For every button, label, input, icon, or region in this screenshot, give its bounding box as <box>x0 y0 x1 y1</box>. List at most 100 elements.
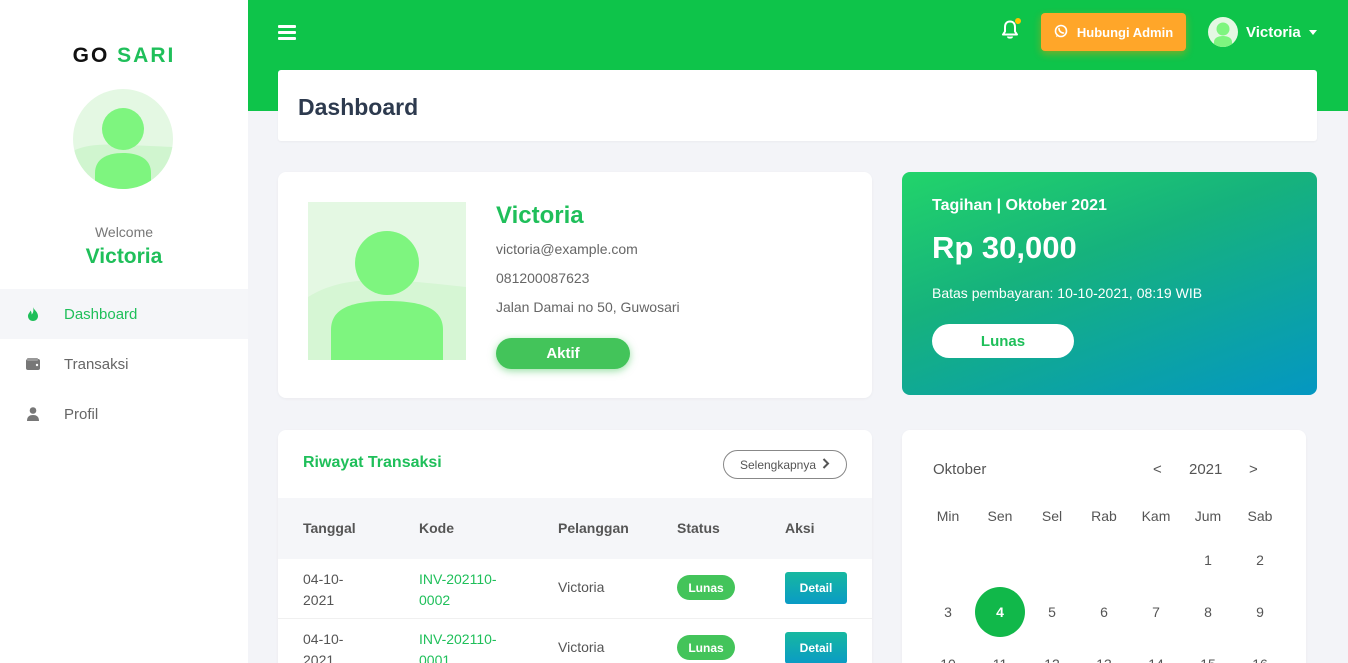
column-header-date: Tanggal <box>303 520 356 536</box>
calendar-day-empty <box>974 534 1026 586</box>
see-more-button[interactable]: Selengkapnya <box>723 450 847 479</box>
calendar-day-empty <box>1026 534 1078 586</box>
calendar-day[interactable]: 5 <box>1026 586 1078 638</box>
calendar-day[interactable]: 11 <box>974 638 1026 663</box>
calendar-day-empty <box>922 534 974 586</box>
calendar-next-button[interactable]: > <box>1249 461 1258 478</box>
table-row: 04-10-2021 INV-202110-0001 Victoria Luna… <box>278 619 872 663</box>
detail-button[interactable]: Detail <box>785 632 847 663</box>
user-menu-name: Victoria <box>1246 23 1301 41</box>
status-badge: Lunas <box>677 575 735 600</box>
calendar-week-row: 12 <box>922 534 1286 586</box>
notification-dot <box>1015 18 1021 24</box>
bill-title: Tagihan | Oktober 2021 <box>932 197 1107 214</box>
brand-part2: SARI <box>117 44 176 67</box>
column-header-customer: Pelanggan <box>558 520 629 536</box>
sidebar-item-profil[interactable]: Profil <box>0 389 248 439</box>
calendar-weekday: Sen <box>987 508 1013 524</box>
sidebar-item-label: Profil <box>64 405 99 423</box>
row-customer: Victoria <box>558 579 605 595</box>
detail-button[interactable]: Detail <box>785 572 847 604</box>
menu-toggle-icon[interactable] <box>278 25 296 41</box>
calendar-day[interactable]: 7 <box>1130 586 1182 638</box>
calendar-day-selected[interactable]: 4 <box>974 586 1026 638</box>
calendar-weekday-row: Min Sen Sel Rab Kam Jum Sab <box>922 498 1286 534</box>
calendar-day[interactable]: 2 <box>1234 534 1286 586</box>
sidebar-nav: Dashboard Transaksi Profil <box>0 289 248 439</box>
transaction-history-title: Riwayat Transaksi <box>303 454 442 471</box>
sidebar-item-dashboard[interactable]: Dashboard <box>0 289 248 339</box>
calendar-day[interactable]: 1 <box>1182 534 1234 586</box>
row-date: 04-10-2021 <box>303 631 344 663</box>
profile-address: Jalan Damai no 50, Guwosari <box>496 299 680 315</box>
calendar-grid: MinSenSelRabKamJumSab1234567891011121314… <box>922 498 1286 663</box>
calendar-day-empty <box>1130 534 1182 586</box>
profile-phone: 081200087623 <box>496 270 590 286</box>
wallet-icon <box>26 357 40 371</box>
calendar-day[interactable]: 14 <box>1130 638 1182 663</box>
calendar-year[interactable]: 2021 <box>1189 461 1222 478</box>
calendar-weekday: Rab <box>1091 508 1117 524</box>
calendar-day[interactable]: 10 <box>922 638 974 663</box>
row-code[interactable]: INV-202110-0002 <box>419 569 519 611</box>
sidebar-item-label: Dashboard <box>64 305 138 323</box>
notification-bell-icon[interactable] <box>1001 18 1021 40</box>
column-header-status: Status <box>677 520 720 536</box>
row-code[interactable]: INV-202110-0001 <box>419 629 519 663</box>
profile-name: Victoria <box>496 202 584 229</box>
calendar-weekday: Min <box>936 508 960 524</box>
profile-email: victoria@example.com <box>496 241 638 257</box>
sidebar-item-label: Transaksi <box>64 355 129 373</box>
profile-photo <box>308 202 466 360</box>
column-header-code: Kode <box>419 520 454 536</box>
user-menu-dropdown[interactable]: Victoria <box>1208 16 1317 48</box>
calendar-weekday: Sab <box>1247 508 1273 524</box>
account-status-button[interactable]: Aktif <box>496 338 630 369</box>
calendar-day[interactable]: 9 <box>1234 586 1286 638</box>
brand-part1: GO <box>72 44 110 67</box>
calendar-day[interactable]: 6 <box>1078 586 1130 638</box>
calendar-day[interactable]: 13 <box>1078 638 1130 663</box>
table-row: 04-10-2021 INV-202110-0002 Victoria Luna… <box>278 559 872 619</box>
user-avatar-icon <box>1214 22 1232 47</box>
bill-card: Tagihan | Oktober 2021 Rp 30,000 Batas p… <box>902 172 1317 395</box>
column-header-action: Aksi <box>785 520 815 536</box>
row-date: 04-10-2021 <box>303 571 344 608</box>
status-badge: Lunas <box>677 635 735 660</box>
avatar <box>1208 17 1238 47</box>
page-header: Dashboard <box>278 70 1317 141</box>
transaction-history-card: Riwayat Transaksi Selengkapnya Tanggal K… <box>278 430 872 663</box>
chevron-down-icon <box>1308 29 1317 35</box>
calendar-day[interactable]: 16 <box>1234 638 1286 663</box>
bill-due-date: Batas pembayaran: 10-10-2021, 08:19 WIB <box>932 285 1203 301</box>
calendar-week-row: 3456789 <box>922 586 1286 638</box>
calendar-weekday: Kam <box>1141 508 1171 524</box>
fire-icon <box>26 307 40 321</box>
bill-status-button[interactable]: Lunas <box>932 324 1074 358</box>
whatsapp-icon <box>1054 24 1068 41</box>
calendar-day-empty <box>1078 534 1130 586</box>
calendar-day[interactable]: 12 <box>1026 638 1078 663</box>
bill-amount: Rp 30,000 <box>932 230 1077 265</box>
row-customer: Victoria <box>558 639 605 655</box>
user-avatar-icon <box>73 108 173 189</box>
profile-card: Victoria victoria@example.com 0812000876… <box>278 172 872 398</box>
calendar-day[interactable]: 3 <box>922 586 974 638</box>
table-header: Tanggal Kode Pelanggan Status Aksi <box>278 498 872 559</box>
chevron-right-icon <box>822 457 830 472</box>
contact-admin-label: Hubungi Admin <box>1076 24 1174 40</box>
calendar-day[interactable]: 8 <box>1182 586 1234 638</box>
calendar-weekday: Sel <box>1041 508 1063 524</box>
user-avatar-icon <box>308 231 466 360</box>
sidebar: GO SARI Welcome Victoria Dashboard Trans… <box>0 0 248 663</box>
calendar-week-row: 10111213141516 <box>922 638 1286 663</box>
calendar-prev-button[interactable]: < <box>1153 461 1162 478</box>
sidebar-user-name: Victoria <box>85 245 163 268</box>
calendar-month[interactable]: Oktober <box>933 461 986 478</box>
calendar-card: Oktober < 2021 > Min Sen Sel Rab Kam Jum Sab 1 2… <box>902 430 1306 663</box>
contact-admin-button[interactable]: Hubungi Admin <box>1041 13 1186 51</box>
brand-logo[interactable]: GO SARI <box>0 44 248 68</box>
welcome-text: Welcome <box>94 224 154 240</box>
sidebar-item-transaksi[interactable]: Transaksi <box>0 339 248 389</box>
calendar-day[interactable]: 15 <box>1182 638 1234 663</box>
